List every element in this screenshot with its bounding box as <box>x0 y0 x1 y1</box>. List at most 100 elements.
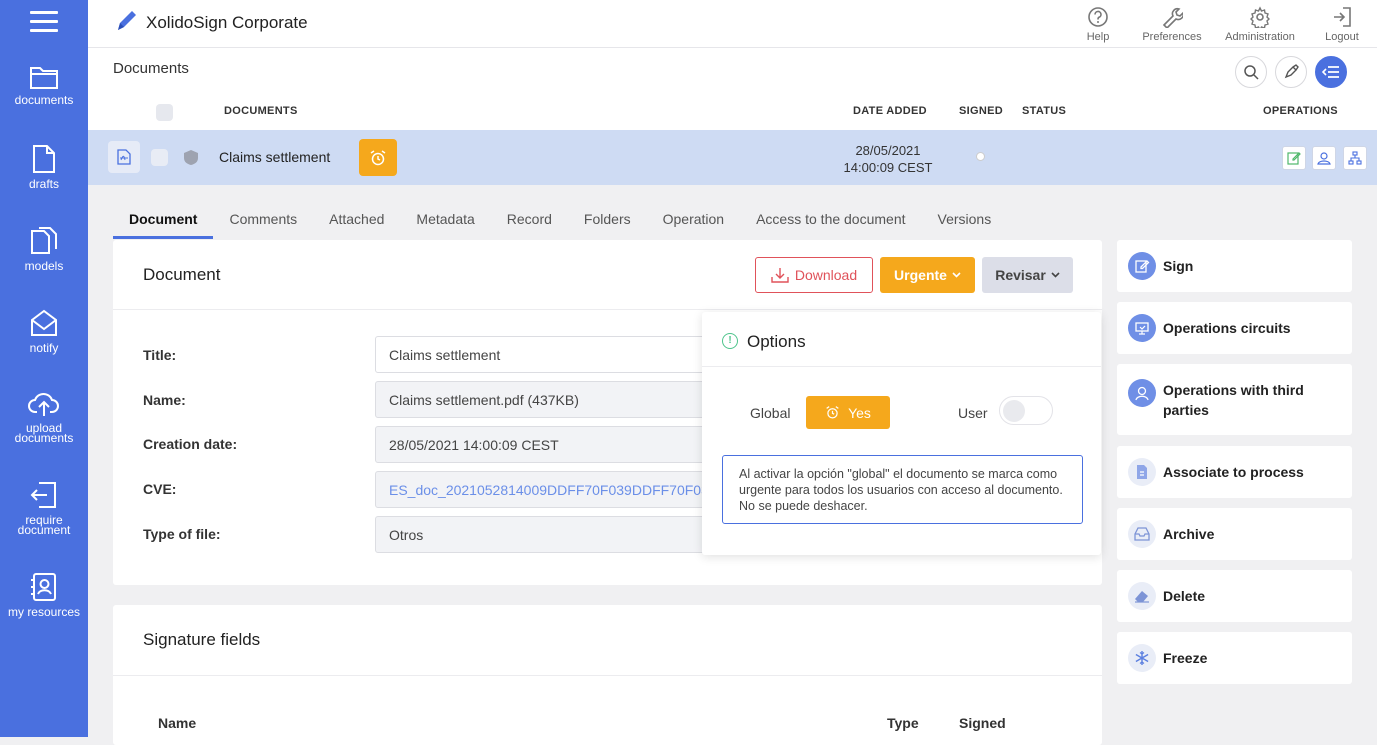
sidebar-item-label: notify <box>29 341 59 355</box>
urgente-button[interactable]: Urgente <box>880 257 975 293</box>
tab-record[interactable]: Record <box>491 201 568 239</box>
signature-fields-title: Signature fields <box>143 630 261 649</box>
sidebar-item-label: upload documents <box>14 421 74 445</box>
delete-action[interactable]: Delete <box>1117 570 1352 622</box>
sign-action[interactable]: Sign <box>1117 240 1352 292</box>
tab-versions[interactable]: Versions <box>922 201 1008 239</box>
models-icon <box>31 227 57 254</box>
pen-icon <box>118 11 136 30</box>
global-yes-button[interactable]: Yes <box>806 396 890 429</box>
edit-icon <box>1287 152 1301 165</box>
download-icon <box>771 268 789 283</box>
sign-icon <box>1128 252 1156 280</box>
sidebar-item-label: require document <box>17 513 71 537</box>
field-label-name: Name: <box>143 392 186 408</box>
sidebar-item-models[interactable]: models <box>0 226 88 273</box>
logout-label: Logout <box>1325 31 1359 43</box>
cve-field[interactable]: ES_doc_2021052814009DDFF70F039DDFF70F030… <box>375 471 715 508</box>
download-button[interactable]: Download <box>755 257 873 293</box>
document-tabs: Document Comments Attached Metadata Reco… <box>113 201 1007 239</box>
sidebar-item-label: documents <box>14 93 74 107</box>
download-label: Download <box>794 267 858 283</box>
list-view-button[interactable] <box>1315 56 1347 88</box>
menu-icon[interactable] <box>30 11 58 33</box>
snowflake-icon <box>1128 644 1156 672</box>
column-header-date-added[interactable]: DATE ADDED <box>853 105 927 117</box>
sidebar-item-label: models <box>24 259 64 273</box>
column-header-signed[interactable]: SIGNED <box>959 105 1003 117</box>
tab-folders[interactable]: Folders <box>568 201 647 239</box>
urgente-label: Urgente <box>894 267 947 283</box>
archive-icon <box>1128 520 1156 548</box>
date-added: 28/05/2021 14:00:09 CEST <box>828 142 948 176</box>
hand-sign-icon <box>1284 64 1299 79</box>
sidebar-item-notify[interactable]: notify <box>0 308 88 355</box>
tab-metadata[interactable]: Metadata <box>400 201 490 239</box>
user-toggle[interactable] <box>999 396 1053 425</box>
sidebar-item-require-document[interactable]: require document <box>0 480 88 537</box>
sign-hand-button[interactable] <box>1275 56 1307 88</box>
sidebar-item-label: drafts <box>28 177 59 191</box>
document-name[interactable]: Claims settlement <box>219 149 330 165</box>
help-button[interactable]: Help <box>1080 6 1116 43</box>
associate-to-process-label: Associate to process <box>1163 464 1304 480</box>
date-added-time: 14:00:09 CEST <box>843 160 933 175</box>
page-title: Documents <box>113 60 189 77</box>
column-header-documents[interactable]: DOCUMENTS <box>224 105 298 117</box>
edit-operation-button[interactable] <box>1282 146 1306 170</box>
contacts-icon <box>31 573 56 601</box>
preferences-label: Preferences <box>1142 31 1202 43</box>
tab-comments[interactable]: Comments <box>213 201 313 239</box>
sidebar-item-documents[interactable]: documents <box>0 64 88 107</box>
urgent-alarm-button[interactable] <box>359 139 397 176</box>
revisar-button[interactable]: Revisar <box>982 257 1073 293</box>
tab-access-to-the-document[interactable]: Access to the document <box>740 201 921 239</box>
user-operation-button[interactable] <box>1312 146 1336 170</box>
column-header-type: Type <box>887 715 919 731</box>
administration-button[interactable]: Administration <box>1221 6 1299 43</box>
operations-circuits-action[interactable]: Operations circuits <box>1117 302 1352 354</box>
sidebar-item-my-resources[interactable]: my resources <box>0 572 88 618</box>
hierarchy-icon <box>1348 151 1362 165</box>
creation-date-field: 28/05/2021 14:00:09 CEST <box>375 426 715 463</box>
field-label-creation-date: Creation date: <box>143 436 238 452</box>
table-row[interactable]: Claims settlement 28/05/2021 14:00:09 CE… <box>88 130 1377 185</box>
column-header-status[interactable]: STATUS <box>1022 105 1066 117</box>
user-icon <box>1317 152 1331 165</box>
list-icon <box>1322 66 1339 78</box>
circuits-icon <box>1128 314 1156 342</box>
date-added-date: 28/05/2021 <box>855 143 921 158</box>
archive-action[interactable]: Archive <box>1117 508 1352 560</box>
operations-circuits-label: Operations circuits <box>1163 320 1291 336</box>
divider <box>113 675 1102 676</box>
notify-icon <box>31 309 57 336</box>
associate-to-process-action[interactable]: Associate to process <box>1117 446 1352 498</box>
select-all-checkbox[interactable] <box>156 104 173 121</box>
hierarchy-operation-button[interactable] <box>1343 146 1367 170</box>
search-button[interactable] <box>1235 56 1267 88</box>
tab-document[interactable]: Document <box>113 201 214 239</box>
name-field: Claims settlement.pdf (437KB) <box>375 381 715 418</box>
freeze-label: Freeze <box>1163 650 1208 666</box>
operations-third-parties-action[interactable]: Operations with third parties <box>1117 364 1352 435</box>
sidebar-item-drafts[interactable]: drafts <box>0 144 88 191</box>
freeze-action[interactable]: Freeze <box>1117 632 1352 684</box>
preferences-button[interactable]: Preferences <box>1140 6 1204 43</box>
logout-button[interactable]: Logout <box>1322 6 1362 43</box>
field-label-type-of-file: Type of file: <box>143 526 221 542</box>
field-label-cve: CVE: <box>143 481 177 497</box>
folder-icon <box>30 67 58 89</box>
tab-operation[interactable]: Operation <box>647 201 740 239</box>
wrench-icon <box>1162 7 1183 28</box>
title-field[interactable]: Claims settlement <box>375 336 715 373</box>
row-checkbox[interactable] <box>151 149 168 166</box>
eraser-icon <box>1128 582 1156 610</box>
archive-label: Archive <box>1163 526 1215 542</box>
brand[interactable]: XolidoSign Corporate <box>114 8 308 34</box>
popup-title: Options <box>747 332 806 351</box>
chevron-down-icon <box>952 272 961 278</box>
sidebar-item-upload-documents[interactable]: upload documents <box>0 390 88 445</box>
logout-icon <box>1334 7 1351 27</box>
tab-attached[interactable]: Attached <box>313 201 400 239</box>
top-bar: XolidoSign Corporate Help Preferences Ad… <box>88 0 1377 48</box>
